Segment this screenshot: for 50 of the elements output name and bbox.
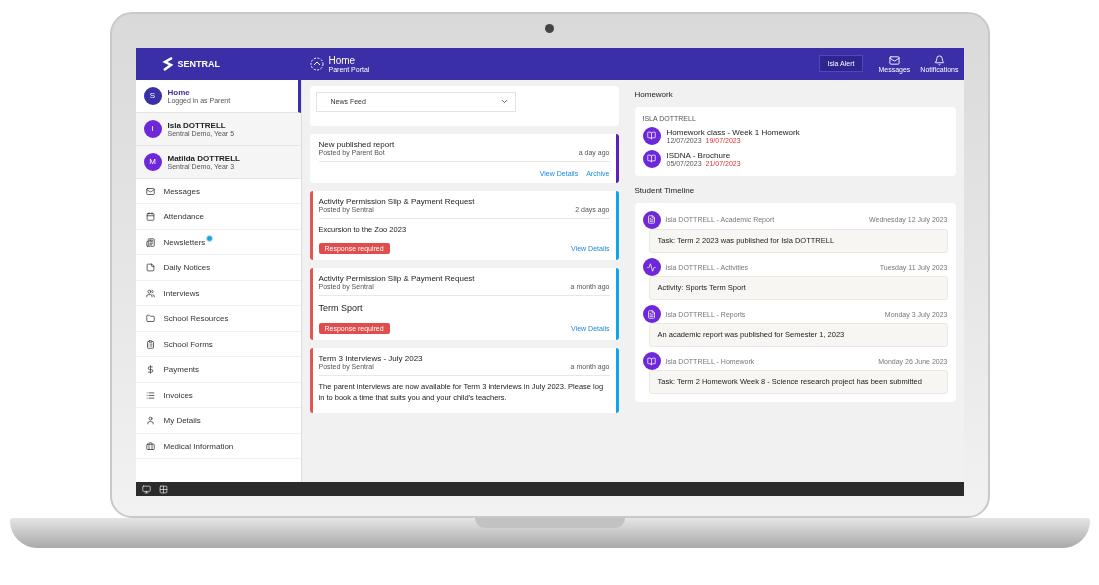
calendar-icon — [145, 212, 155, 222]
homework-title[interactable]: ISDNA - Brochure — [666, 150, 741, 160]
card-text: Term Sport — [318, 302, 364, 316]
sidebar-item[interactable]: School Forms — [135, 331, 301, 358]
dollar-icon — [145, 365, 155, 375]
sidebar-item[interactable]: Daily Notices — [135, 255, 301, 281]
app-logo[interactable]: SENTRAL — [135, 56, 302, 71]
newspaper-icon — [145, 237, 155, 247]
pulse-icon — [642, 258, 661, 277]
document-icon — [642, 305, 661, 324]
camera-icon — [545, 24, 554, 33]
sidebar-item[interactable]: Payments — [135, 357, 301, 383]
avatar: M — [143, 152, 162, 171]
page-title: Home — [328, 54, 357, 66]
section-title: Homework — [634, 89, 674, 99]
profile-name: Home — [167, 87, 191, 97]
sidebar-item[interactable]: Interviews — [135, 280, 301, 307]
briefcase-icon — [145, 441, 155, 451]
sidebar-item[interactable]: Invoices — [135, 382, 301, 409]
folder-icon — [145, 314, 155, 324]
book-icon — [642, 126, 661, 145]
sidebar-item[interactable]: Newsletters — [135, 229, 301, 256]
people-icon — [145, 288, 155, 298]
apps-icon[interactable] — [158, 484, 168, 494]
section-title: Student Timeline — [634, 185, 696, 195]
profile-name: Isla DOTTRELL — [167, 120, 227, 130]
note-icon — [145, 263, 155, 273]
avatar: I — [143, 119, 162, 138]
book-icon — [642, 352, 661, 371]
profile-name: Matilda DOTTRELL — [167, 153, 240, 163]
sidebar-item[interactable]: Messages — [135, 178, 301, 205]
document-icon — [642, 210, 661, 229]
card-title: Activity Permission Slip & Payment Request — [318, 274, 475, 284]
avatar: S — [143, 86, 162, 105]
envelope-icon — [145, 186, 155, 196]
desktop-icon[interactable] — [141, 484, 151, 494]
card-title: New published report — [318, 139, 395, 149]
book-icon — [642, 149, 661, 168]
list-icon — [145, 390, 155, 400]
card-title: Term 3 Interviews - July 2023 — [318, 354, 423, 364]
card-title: Activity Permission Slip & Payment Request — [318, 196, 475, 206]
sidebar-item[interactable]: My Details — [135, 408, 301, 434]
bell-icon — [933, 54, 945, 66]
clipboard-icon — [145, 339, 155, 349]
homework-title[interactable]: Homework class - Week 1 Homework — [666, 127, 800, 137]
sidebar-item[interactable]: Attendance — [135, 204, 301, 230]
sidebar-item[interactable]: School Resources — [135, 306, 301, 332]
mail-icon — [888, 54, 900, 66]
sidebar-item[interactable]: Medical Information — [135, 433, 301, 460]
person-icon — [145, 416, 155, 426]
